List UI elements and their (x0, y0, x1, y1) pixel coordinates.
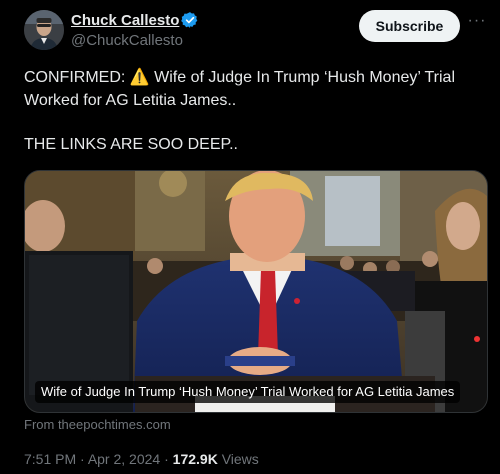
tweet-text-prefix: CONFIRMED: (24, 69, 130, 86)
tweet: Chuck Callesto @ChuckCallesto Subscribe … (0, 0, 500, 474)
views-label: Views (217, 451, 259, 467)
views-count: 172.9K (172, 451, 218, 467)
tweet-text-line-2: Worked for AG Letitia James.. (24, 92, 237, 109)
author-handle[interactable]: @ChuckCallesto (71, 32, 183, 49)
meta-separator: · (76, 451, 88, 467)
link-card-source[interactable]: From theepochtimes.com (24, 417, 171, 432)
author-name[interactable]: Chuck Callesto (71, 12, 179, 29)
tweet-text-line-1: CONFIRMED: ⚠️ Wife of Judge In Trump ‘Hu… (24, 66, 484, 89)
warning-emoji-icon: ⚠️ (129, 69, 150, 86)
more-options-icon[interactable]: ··· (467, 13, 487, 34)
verified-badge-icon (181, 12, 198, 28)
tweet-text-suffix: Wife of Judge In Trump ‘Hush Money’ Tria… (149, 69, 456, 86)
tweet-date[interactable]: Apr 2, 2024 (88, 451, 160, 467)
avatar-image (24, 10, 64, 50)
tweet-meta: 7:51 PM · Apr 2, 2024 · 172.9K Views (24, 451, 259, 467)
link-card[interactable]: Wife of Judge In Trump ‘Hush Money’ Tria… (24, 170, 488, 413)
tweet-text-line-3: THE LINKS ARE SOO DEEP.. (24, 136, 238, 153)
avatar[interactable] (24, 10, 64, 50)
subscribe-button[interactable]: Subscribe (359, 10, 460, 42)
link-card-title: Wife of Judge In Trump ‘Hush Money’ Tria… (35, 381, 461, 403)
link-card-image (25, 171, 487, 412)
tweet-text: CONFIRMED: ⚠️ Wife of Judge In Trump ‘Hu… (24, 66, 484, 156)
meta-separator: · (160, 451, 173, 467)
tweet-time[interactable]: 7:51 PM (24, 451, 76, 467)
